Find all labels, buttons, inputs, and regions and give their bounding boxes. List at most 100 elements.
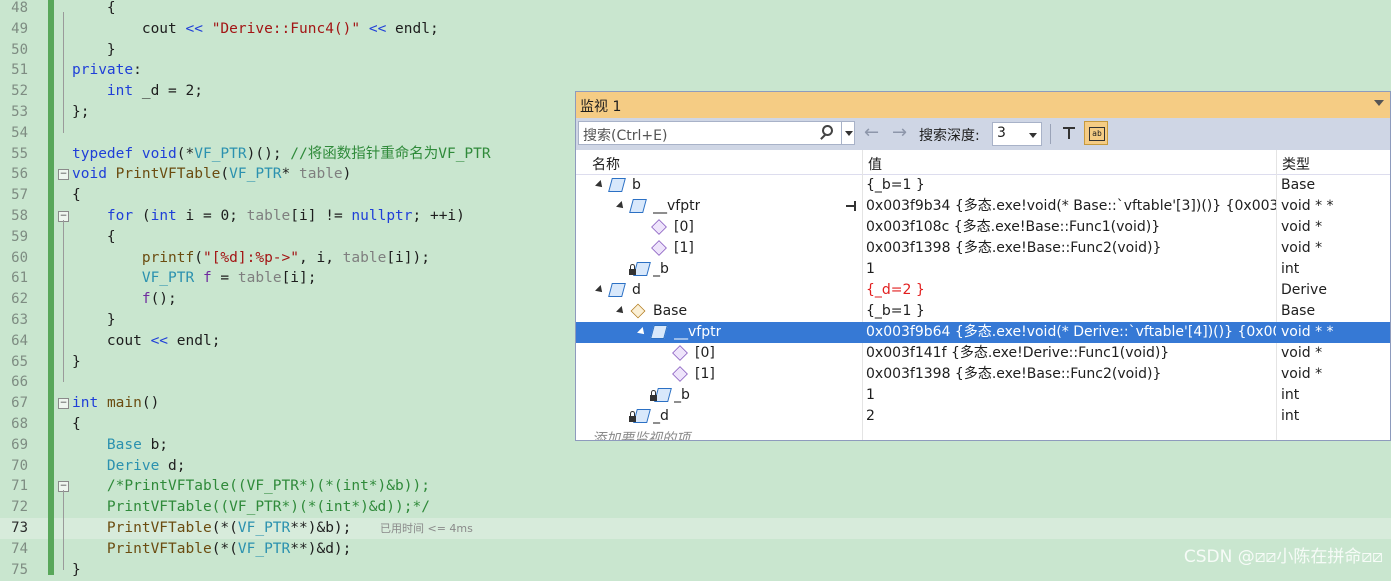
column-name[interactable]: 名称 [592, 154, 620, 174]
line-number: 52 [11, 83, 28, 100]
line-number: 75 [11, 561, 28, 578]
watch-row-value[interactable]: 0x003f141f {多态.exe!Derive::Func1(void)} [866, 343, 1276, 364]
watch-row[interactable]: _b 1 int [576, 385, 1390, 406]
code-token: table [246, 208, 291, 224]
code-text: } [72, 560, 81, 581]
pin-source-button[interactable] [1060, 123, 1080, 145]
watch-row[interactable]: _d 2 int [576, 406, 1390, 427]
code-text: cout << "Derive::Func4()" << endl; [72, 19, 439, 40]
expand-toggle-icon[interactable] [616, 201, 626, 211]
code-text: { [72, 414, 81, 435]
code-text: typedef void(*VF_PTR)(); //将函数指针重命名为VF_P… [72, 144, 491, 165]
element-icon [651, 219, 667, 235]
watch-row[interactable]: [1] 0x003f1398 {多态.exe!Base::Func2(void)}… [576, 364, 1390, 385]
code-text: } [72, 40, 116, 61]
expand-toggle-icon[interactable] [595, 180, 605, 190]
watch-row-value[interactable]: {_b=1 } [866, 301, 1276, 322]
watch-title-bar[interactable]: 监视 1 [576, 92, 1390, 118]
watch-row[interactable]: [1] 0x003f1398 {多态.exe!Base::Func2(void)}… [576, 238, 1390, 259]
watch-row-name: [0] [674, 219, 694, 235]
watch-row-value[interactable]: 2 [866, 406, 1276, 427]
pin-icon[interactable] [846, 201, 856, 211]
watch-row-value[interactable]: 0x003f108c {多态.exe!Base::Func1(void)} [866, 217, 1276, 238]
watch-row[interactable]: b {_b=1 } Base [576, 175, 1390, 196]
hex-display-toggle[interactable]: ab [1084, 121, 1108, 145]
search-input[interactable]: 搜索(Ctrl+E) [578, 121, 855, 145]
code-line[interactable]: 75} [0, 560, 1391, 581]
collapse-icon[interactable]: − [58, 398, 69, 410]
code-token: << [185, 20, 203, 37]
window-menu-chevron-down-icon[interactable] [1374, 100, 1384, 106]
code-line[interactable]: 49 cout << "Derive::Func4()" << endl; [0, 19, 1391, 40]
code-token: private [72, 62, 134, 79]
line-number: 58 [11, 208, 28, 224]
search-icon[interactable] [822, 125, 833, 136]
collapse-icon[interactable]: − [58, 169, 69, 181]
watch-row-value[interactable]: 1 [866, 259, 1276, 280]
code-token: { [72, 228, 116, 245]
code-token: VF_PTR [194, 145, 247, 162]
code-line[interactable]: 71− /*PrintVFTable((VF_PTR*)(*(int*)&b))… [0, 476, 1391, 497]
outline-guide [63, 12, 64, 133]
code-line[interactable]: 74 PrintVFTable(*(VF_PTR**)&d); [0, 539, 1391, 560]
element-icon [672, 345, 688, 361]
line-number: 64 [11, 332, 28, 349]
expand-toggle-icon[interactable] [616, 306, 626, 316]
column-value[interactable]: 值 [868, 154, 882, 174]
watch-row[interactable]: [0] 0x003f108c {多态.exe!Base::Func1(void)}… [576, 217, 1390, 238]
search-depth-select[interactable]: 3 [992, 122, 1042, 146]
hex-icon: ab [1089, 127, 1105, 141]
code-line[interactable]: 72 PrintVFTable((VF_PTR*)(*(int*)&d));*/ [0, 497, 1391, 518]
column-type[interactable]: 类型 [1282, 154, 1310, 174]
watch-row[interactable]: [0] 0x003f141f {多态.exe!Derive::Func1(void… [576, 343, 1390, 364]
expand-toggle-icon[interactable] [595, 285, 605, 295]
code-token: ; ++i) [412, 208, 465, 224]
watch-tree: 添加要监视的项 b {_b=1 } Base __vfptr 0x003f9b34 {多… [576, 175, 1390, 440]
watch-row-value[interactable]: 0x003f9b34 {多态.exe!void(* Base::`vftable… [866, 196, 1276, 217]
code-token: //将函数指针重命名为VF_PTR [290, 145, 491, 162]
code-text: { [72, 227, 116, 248]
code-text: private: [72, 60, 142, 81]
expand-toggle-icon[interactable] [637, 327, 647, 337]
watch-row-value[interactable]: 0x003f9b64 {多态.exe!void(* Derive::`vftab… [866, 322, 1276, 343]
code-token: VF_PTR [141, 270, 195, 287]
watch-row-value[interactable]: 0x003f1398 {多态.exe!Base::Func2(void)} [866, 238, 1276, 259]
watch-row-value[interactable]: {_d=2 } [866, 280, 1276, 301]
code-token: printf [141, 249, 195, 266]
code-token: ) [342, 166, 352, 183]
code-token: << [150, 332, 169, 349]
code-line[interactable]: 50 } [0, 40, 1391, 61]
code-line[interactable]: 73 PrintVFTable(*(VF_PTR**)&b); 已用时间 <= 4… [0, 518, 1391, 539]
search-next-arrow-icon[interactable]: → [892, 122, 907, 143]
code-token: void [72, 166, 107, 183]
line-number: 59 [11, 228, 28, 245]
code-token: (*( [211, 540, 238, 557]
watch-window[interactable]: 监视 1 搜索(Ctrl+E) ← → 搜索深度: 3 ab 名称 值 类型 添… [575, 91, 1391, 441]
search-depth-label: 搜索深度: [919, 128, 980, 144]
code-token: (*( [211, 520, 238, 536]
code-line[interactable]: 51 private: [0, 60, 1391, 81]
line-number: 71 [11, 478, 28, 495]
code-line[interactable]: 70 Derive d; [0, 456, 1391, 477]
watch-row[interactable]: __vfptr 0x003f9b34 {多态.exe!void(* Base::`… [576, 196, 1390, 217]
code-text: f(); [72, 289, 177, 310]
watch-row[interactable]: _b 1 int [576, 259, 1390, 280]
watch-row-value[interactable]: {_b=1 } [866, 175, 1276, 196]
add-watch-item[interactable]: 添加要监视的项 [592, 428, 690, 440]
watch-row-name: d [632, 282, 641, 298]
code-line[interactable]: 48 { [0, 0, 1391, 19]
watch-row[interactable]: d {_d=2 } Derive [576, 280, 1390, 301]
code-text: for (int i = 0; table[i] != nullptr; ++i… [72, 206, 465, 227]
watch-row[interactable]: __vfptr 0x003f9b64 {多态.exe!void(* Derive:… [576, 322, 1390, 343]
watch-row-value[interactable]: 1 [866, 385, 1276, 406]
watch-row[interactable]: Base {_b=1 } Base [576, 301, 1390, 322]
watch-row-type: int [1281, 408, 1300, 424]
search-options-chevron-down-icon[interactable] [841, 121, 856, 145]
code-token: [i] != [290, 208, 352, 224]
search-previous-arrow-icon[interactable]: ← [864, 122, 879, 143]
code-token: } [72, 312, 116, 328]
watch-row-value[interactable]: 0x003f1398 {多态.exe!Base::Func2(void)} [866, 364, 1276, 385]
